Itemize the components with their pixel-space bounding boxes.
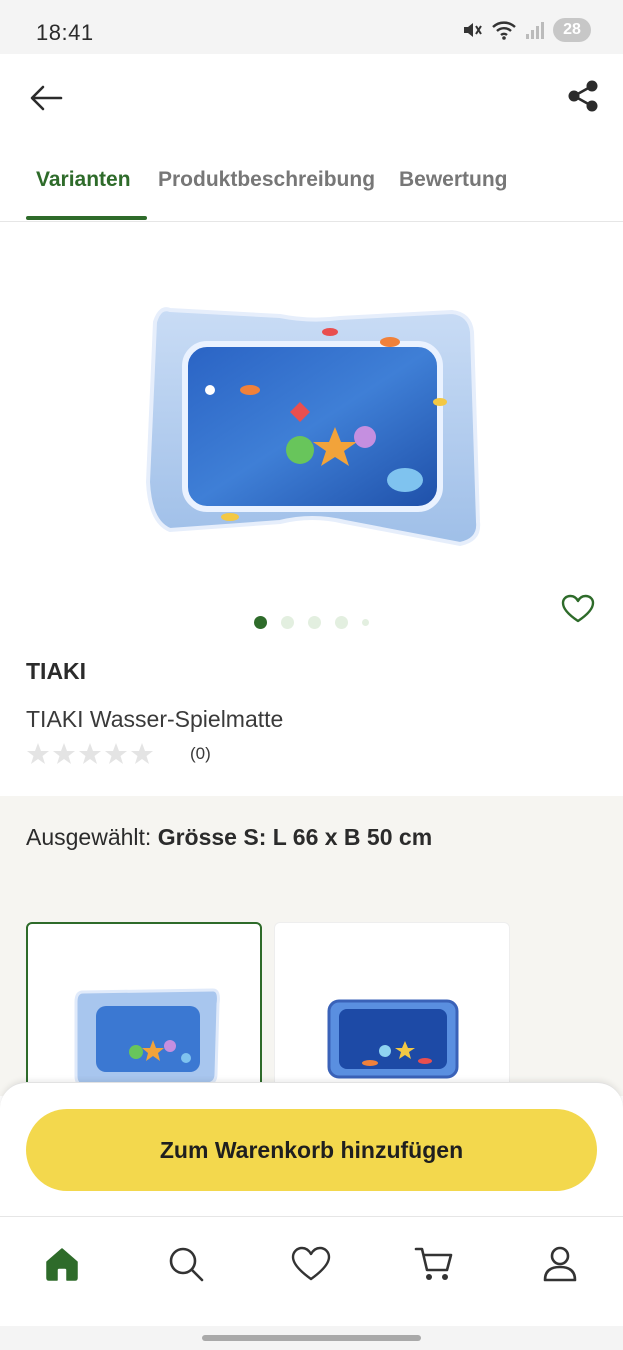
selected-variant-prefix: Ausgewählt: bbox=[26, 824, 152, 850]
status-time: 18:41 bbox=[36, 20, 94, 45]
profile-icon bbox=[543, 1246, 577, 1282]
tab-active-indicator bbox=[26, 216, 147, 220]
gallery-dot-active[interactable] bbox=[254, 615, 267, 629]
gallery-dot[interactable] bbox=[335, 615, 348, 629]
selected-variant-value: Grösse S: L 66 x B 50 cm bbox=[157, 824, 433, 850]
gesture-handle[interactable] bbox=[202, 1335, 421, 1341]
add-to-cart-bar: Zum Warenkorb hinzufügen bbox=[0, 1082, 623, 1216]
product-image-gallery[interactable] bbox=[0, 222, 623, 642]
gallery-pagination bbox=[0, 614, 623, 630]
wifi-icon bbox=[492, 21, 516, 40]
signal-icon bbox=[526, 22, 544, 39]
status-icons: 28 bbox=[461, 18, 591, 42]
gallery-dot[interactable] bbox=[308, 615, 321, 629]
star-icon bbox=[27, 743, 49, 764]
rating-stars bbox=[26, 742, 154, 766]
home-icon bbox=[46, 1248, 78, 1281]
cart-icon bbox=[414, 1247, 453, 1280]
product-brand: TIAKI bbox=[26, 658, 87, 684]
star-icon bbox=[79, 743, 101, 764]
gallery-dot[interactable] bbox=[362, 618, 369, 626]
battery-indicator: 28 bbox=[553, 18, 591, 42]
system-gesture-area bbox=[0, 1326, 623, 1350]
tab-produktbeschreibung[interactable]: Produktbeschreibung bbox=[158, 168, 375, 192]
search-icon bbox=[169, 1247, 204, 1282]
nav-profile[interactable] bbox=[537, 1241, 583, 1287]
add-to-cart-button[interactable]: Zum Warenkorb hinzufügen bbox=[26, 1109, 597, 1191]
app-bar bbox=[0, 54, 623, 142]
arrow-left-icon bbox=[30, 85, 63, 111]
product-image bbox=[145, 307, 481, 547]
star-icon bbox=[105, 743, 127, 764]
heart-icon bbox=[561, 594, 595, 623]
heart-icon bbox=[291, 1246, 331, 1281]
star-icon bbox=[131, 743, 153, 764]
nav-favorites[interactable] bbox=[288, 1241, 334, 1287]
rating-count: (0) bbox=[190, 744, 211, 763]
back-button[interactable] bbox=[26, 78, 66, 118]
tab-bewertung[interactable]: Bewertung bbox=[399, 168, 508, 192]
product-rating[interactable]: (0) bbox=[26, 742, 211, 766]
nav-search[interactable] bbox=[163, 1241, 209, 1287]
variant-section: Ausgewählt: Grösse S: L 66 x B 50 cm bbox=[0, 796, 623, 1122]
tab-varianten[interactable]: Varianten bbox=[36, 168, 131, 192]
gallery-dot[interactable] bbox=[281, 615, 294, 629]
star-icon bbox=[53, 743, 75, 764]
nav-home[interactable] bbox=[39, 1241, 85, 1287]
selected-variant-line: Ausgewählt: Grösse S: L 66 x B 50 cm bbox=[26, 824, 432, 851]
product-title: TIAKI Wasser-Spielmatte bbox=[26, 706, 284, 732]
favorite-button[interactable] bbox=[557, 588, 599, 630]
status-bar: 18:41 28 bbox=[0, 0, 623, 54]
tab-bar: Varianten Produktbeschreibung Bewertung bbox=[0, 142, 623, 222]
bottom-navigation bbox=[0, 1216, 623, 1326]
share-icon bbox=[568, 80, 598, 112]
nav-cart[interactable] bbox=[411, 1241, 457, 1287]
share-button[interactable] bbox=[563, 76, 603, 116]
mute-icon bbox=[464, 23, 482, 37]
